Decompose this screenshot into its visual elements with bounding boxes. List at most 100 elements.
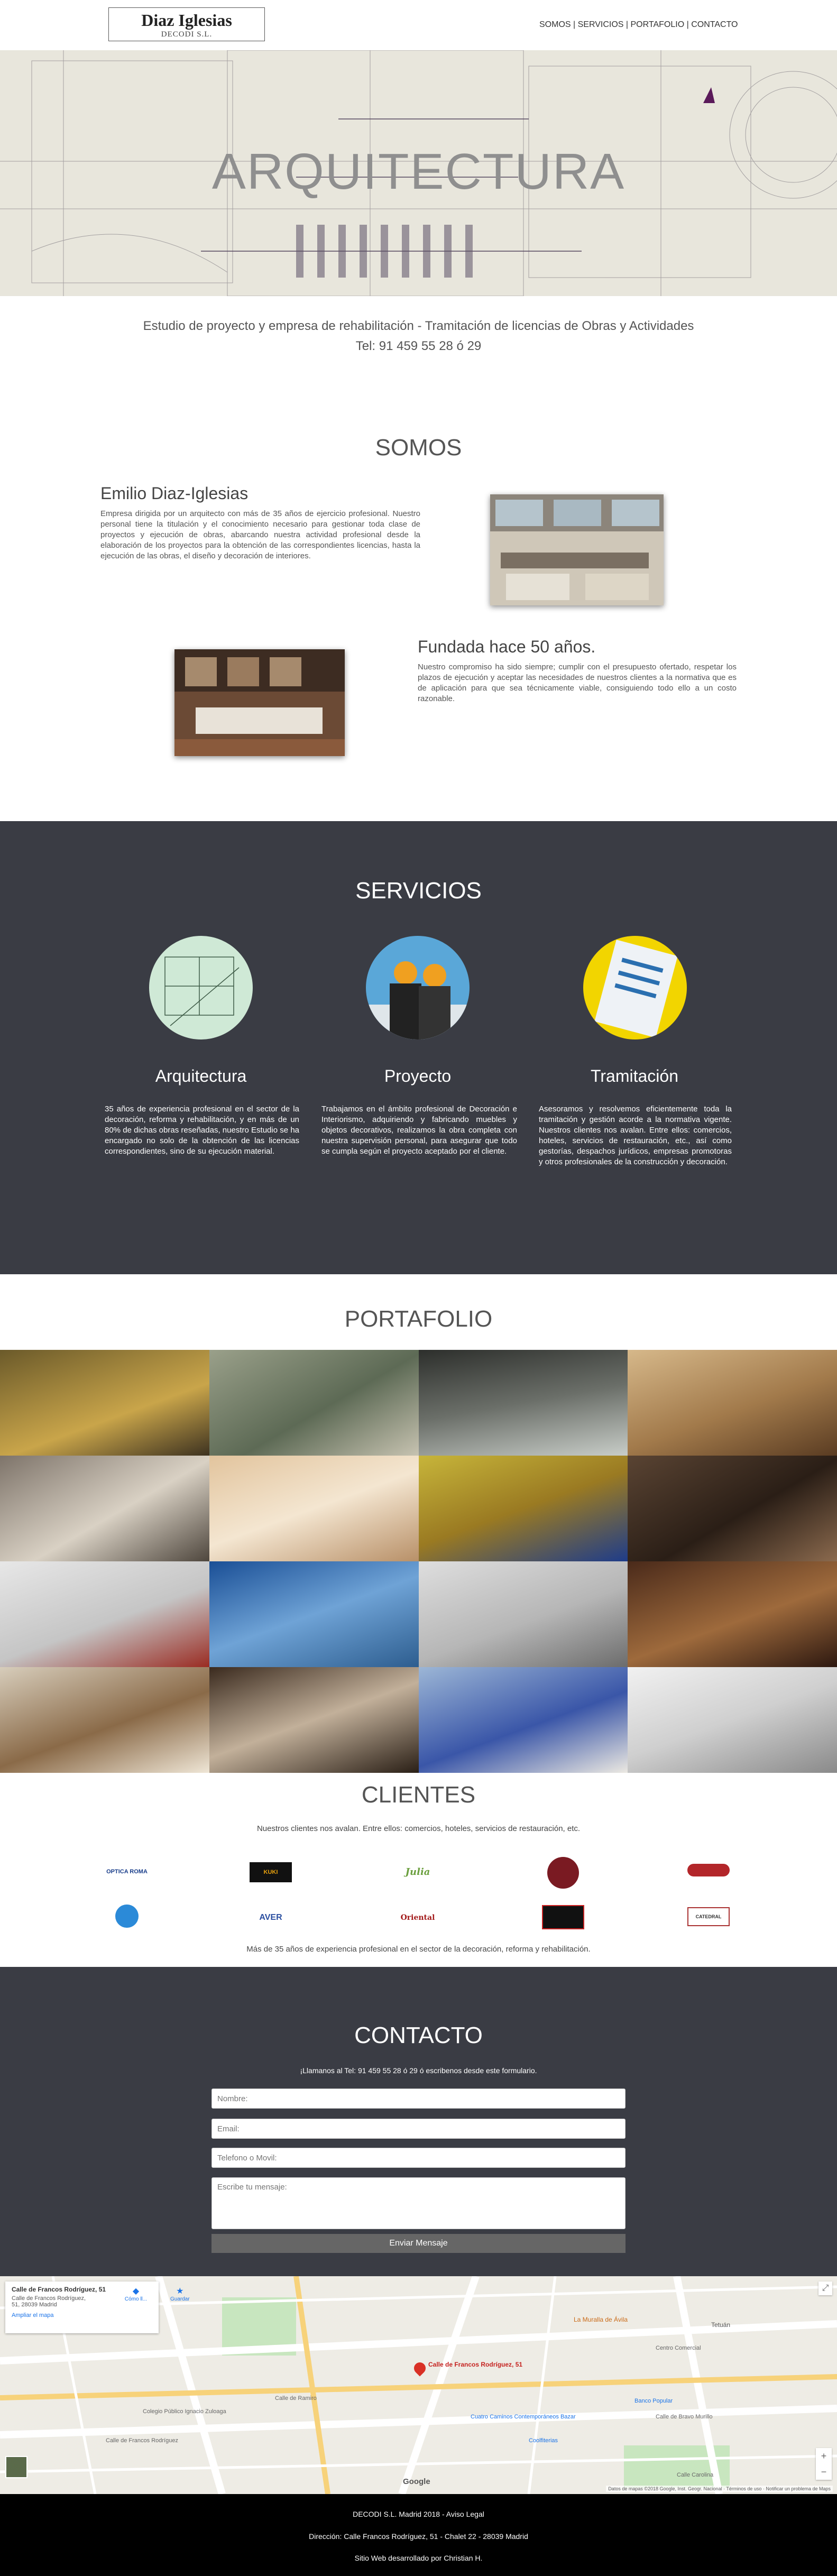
client-logo-oriental: Oriental — [400, 1913, 435, 1922]
portfolio-item[interactable] — [418, 1456, 628, 1561]
intro-phone: Tel: 91 459 55 28 ó 29 — [355, 339, 482, 353]
embedded-map[interactable]: Calle de Francos Rodríguez, 51 Calle de … — [0, 2276, 837, 2494]
clientes-title: CLIENTES — [361, 1782, 476, 1808]
google-logo: Google — [403, 2477, 430, 2486]
footer-line-2: Dirección: Calle Francos Rodríguez, 51 -… — [309, 2532, 528, 2541]
site-logo[interactable]: Diaz Iglesias DECODI S.L. — [108, 7, 265, 41]
zoom-out-icon[interactable]: − — [816, 2464, 832, 2480]
footer-line-3: Sitio Web desarrollado por Christian H. — [354, 2554, 483, 2562]
map-label: Coolfiterias — [529, 2437, 558, 2444]
portfolio-item[interactable] — [418, 1667, 628, 1773]
somos-block2-text: Nuestro compromiso ha sido siempre; cump… — [418, 663, 737, 703]
satellite-toggle[interactable] — [5, 2456, 27, 2478]
top-nav: Diaz Iglesias DECODI S.L. SOMOS | SERVIC… — [0, 0, 837, 50]
map-label: Calle de Ramiro — [275, 2395, 317, 2402]
map-save-label: Guardar — [170, 2296, 190, 2302]
somos-block2-title: Fundada hace 50 años. — [418, 637, 596, 656]
client-logo-catedral: CATEDRAL — [687, 1907, 730, 1926]
menu-separator: | — [571, 20, 578, 29]
map-label: Calle de Francos Rodríguez — [106, 2437, 178, 2444]
logo-name: Diaz Iglesias — [141, 11, 232, 30]
portafolio-title: PORTAFOLIO — [344, 1306, 493, 1332]
main-menu: SOMOS | SERVICIOS | PORTAFOLIO | CONTACT… — [539, 20, 738, 30]
service-text-tramitacion: Asesoramos y resolvemos eficientemente t… — [539, 1105, 732, 1166]
map-place-card: Calle de Francos Rodríguez, 51 Calle de … — [5, 2281, 159, 2333]
client-logo-aver: AVER — [259, 1913, 282, 1922]
service-text-arquitectura: 35 años de experiencia profesional en el… — [105, 1105, 299, 1156]
portfolio-item[interactable] — [209, 1350, 419, 1456]
somos-title: SOMOS — [375, 435, 462, 461]
map-label: Cuatro Caminos Contemporáneos Bazar — [471, 2414, 576, 2420]
map-zoom-control: + − — [816, 2448, 832, 2480]
map-attribution: Datos de mapas ©2018 Google, Inst. Geogr… — [606, 2486, 833, 2492]
portfolio-item[interactable] — [418, 1561, 628, 1667]
portfolio-item[interactable] — [209, 1561, 419, 1667]
clientes-footer-text: Más de 35 años de experiencia profesiona… — [246, 1945, 591, 1954]
client-logo-6 — [115, 1905, 139, 1928]
servicios-title: SERVICIOS — [355, 878, 482, 904]
portfolio-item[interactable] — [0, 1350, 209, 1456]
map-label: Tetuán — [711, 2321, 731, 2329]
portfolio-item[interactable] — [628, 1667, 837, 1773]
menu-item-servicios[interactable]: SERVICIOS — [578, 20, 624, 29]
map-label: Calle de Bravo Murillo — [656, 2414, 713, 2420]
service-arquitectura-image — [149, 936, 253, 1039]
map-directions-label: Cómo ll... — [124, 2296, 148, 2302]
directions-icon: ◆ — [132, 2287, 140, 2296]
client-logo-optica-roma: OPTICA ROMA — [106, 1869, 148, 1875]
client-logo-4 — [547, 1857, 579, 1889]
intro-block: Estudio de proyecto y empresa de rehabil… — [0, 316, 837, 356]
portfolio-item[interactable] — [0, 1561, 209, 1667]
portfolio-item[interactable] — [628, 1456, 837, 1561]
menu-separator: | — [684, 20, 692, 29]
map-label: Colegio Público Ignacio Zuloaga — [143, 2408, 226, 2415]
map-label: Centro Comercial — [656, 2345, 701, 2351]
map-directions-button[interactable]: ◆ Cómo ll... — [123, 2286, 149, 2302]
service-title-arquitectura: Arquitectura — [155, 1066, 247, 1085]
client-logo-kuki: KUKI — [250, 1862, 292, 1882]
map-enlarge-link[interactable]: Ampliar el mapa — [12, 2312, 152, 2319]
hero-title: ARQUITECTURA — [211, 143, 626, 200]
logo-subtitle: DECODI S.L. — [161, 30, 213, 39]
service-tramitacion-image — [583, 936, 687, 1039]
map-label: Banco Popular — [634, 2398, 673, 2404]
portfolio-item[interactable] — [628, 1350, 837, 1456]
email-field[interactable] — [211, 2119, 626, 2139]
zoom-in-icon[interactable]: + — [816, 2448, 832, 2464]
footer-line-1: DECODI S.L. Madrid 2018 - Aviso Legal — [353, 2510, 484, 2518]
map-place-address: Calle de Francos Rodríguez, 51, 28039 Ma… — [12, 2295, 86, 2308]
fullscreen-icon[interactable]: ⤢ — [818, 2281, 832, 2295]
clientes-intro: Nuestros clientes nos avalan. Entre ello… — [256, 1824, 581, 1833]
portfolio-item[interactable] — [0, 1456, 209, 1561]
intro-tagline: Estudio de proyecto y empresa de rehabil… — [143, 319, 694, 333]
portfolio-item[interactable] — [209, 1456, 419, 1561]
portfolio-item[interactable] — [209, 1667, 419, 1773]
map-pin-label: Calle de Francos Rodríguez, 51 — [428, 2361, 523, 2368]
somos-block1-title: Emilio Diaz-Iglesias — [100, 484, 249, 503]
map-save-button[interactable]: ★ Guardar — [170, 2286, 190, 2302]
service-title-tramitacion: Tramitación — [591, 1066, 678, 1085]
somos-block1-text: Empresa dirigida por un arquitecto con m… — [100, 509, 420, 560]
portfolio-item[interactable] — [628, 1561, 837, 1667]
service-text-proyecto: Trabajamos en el ámbito profesional de D… — [321, 1105, 517, 1156]
service-title-proyecto: Proyecto — [384, 1066, 452, 1085]
map-label: Calle Carolina — [677, 2472, 714, 2478]
client-logo-julia: Julia — [405, 1866, 430, 1878]
client-logo-5 — [687, 1864, 730, 1876]
phone-field[interactable] — [211, 2148, 626, 2168]
menu-item-contacto[interactable]: CONTACTO — [691, 20, 738, 29]
menu-separator: | — [623, 20, 631, 29]
message-field[interactable] — [211, 2177, 626, 2229]
map-label: La Muralla de Ávila — [574, 2316, 628, 2323]
send-message-button[interactable]: Enviar Mensaje — [211, 2234, 626, 2253]
office-photo-1 — [490, 494, 664, 605]
menu-item-portafolio[interactable]: PORTAFOLIO — [631, 20, 685, 29]
hero-banner: ARQUITECTURA — [0, 50, 837, 296]
name-field[interactable] — [211, 2089, 626, 2109]
contacto-intro: ¡Llamanos al Tel: 91 459 55 28 ó 29 ó es… — [300, 2066, 537, 2075]
menu-item-somos[interactable]: SOMOS — [539, 20, 571, 29]
site-footer: DECODI S.L. Madrid 2018 - Aviso Legal Di… — [0, 2494, 837, 2576]
portfolio-item[interactable] — [418, 1350, 628, 1456]
portfolio-grid — [0, 1350, 837, 1773]
portfolio-item[interactable] — [0, 1667, 209, 1773]
